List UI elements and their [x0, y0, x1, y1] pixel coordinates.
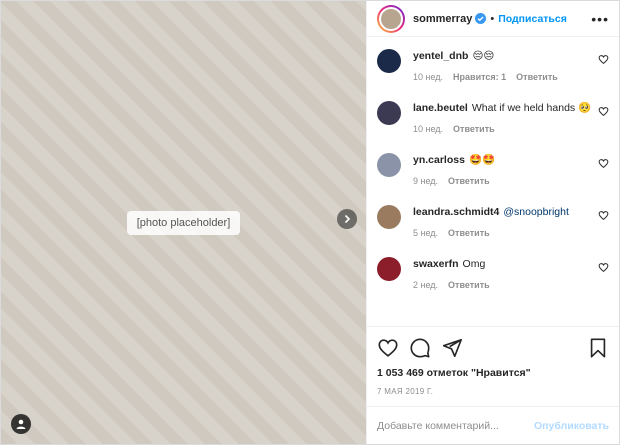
author-avatar[interactable]: [377, 4, 405, 33]
comment-meta: 2 нед. Ответить: [413, 280, 593, 290]
comment-body: lane.beutel What if we held hands 🥺 10 нед…: [413, 101, 593, 134]
comment-text-line: swaxerfn Omg: [413, 257, 593, 271]
comment-like-heart-icon[interactable]: [598, 54, 609, 65]
comment-time[interactable]: 10 нед.: [413, 124, 443, 134]
commenter-username[interactable]: swaxerfn: [413, 258, 459, 270]
post-media[interactable]: [photo placeholder]: [1, 1, 366, 444]
comment-like-heart-icon[interactable]: [598, 210, 609, 221]
heart-icon[interactable]: [377, 337, 399, 359]
comment-time[interactable]: 10 нед.: [413, 72, 443, 82]
commenter-avatar[interactable]: [377, 153, 401, 177]
next-photo-button[interactable]: [337, 209, 357, 229]
comment-time[interactable]: 5 нед.: [413, 228, 438, 238]
comment-like-heart-icon[interactable]: [598, 158, 609, 169]
instagram-post: [photo placeholder] sommerray • Подписат…: [0, 0, 620, 445]
comment-body: yentel_dnb 😔😔 10 нед. Нравится: 1 Ответить: [413, 49, 593, 82]
comment-time[interactable]: 2 нед.: [413, 280, 438, 290]
comment-text: 🤩🤩: [468, 154, 496, 166]
photo-placeholder: [photo placeholder]: [1, 1, 366, 444]
tagged-users-button[interactable]: [11, 414, 31, 434]
comment-icon[interactable]: [409, 337, 431, 359]
follow-button[interactable]: Подписаться: [498, 13, 567, 25]
comment-body: leandra.schmidt4 @snoopbright 5 нед. Ответи…: [413, 205, 593, 238]
action-icons: [377, 335, 609, 361]
commenter-username[interactable]: yn.carloss: [413, 154, 465, 166]
reply-button[interactable]: Ответить: [453, 124, 495, 134]
comment-item: swaxerfn Omg 2 нед. Ответить: [377, 257, 609, 290]
post-side-panel: sommerray • Подписаться ••• yentel_dnb 😔😔…: [366, 1, 619, 444]
comment-meta: 5 нед. Ответить: [413, 228, 593, 238]
comment-like-heart-icon[interactable]: [598, 262, 609, 273]
comment-mention-link[interactable]: @snoopbright: [503, 206, 569, 218]
comment-text: 😔😔: [472, 50, 495, 62]
comment-item: lane.beutel What if we held hands 🥺 10 нед…: [377, 101, 609, 134]
commenter-avatar[interactable]: [377, 49, 401, 73]
bookmark-icon[interactable]: [587, 337, 609, 359]
comment-text-line: yn.carloss 🤩🤩: [413, 153, 593, 167]
commenter-avatar[interactable]: [377, 205, 401, 229]
comment-text-line: leandra.schmidt4 @snoopbright: [413, 205, 593, 219]
verified-badge-icon: [475, 13, 487, 24]
comment-input[interactable]: [377, 419, 535, 432]
commenter-avatar[interactable]: [377, 257, 401, 281]
comments-list: yentel_dnb 😔😔 10 нед. Нравится: 1 Ответить la…: [367, 37, 619, 326]
comment-meta: 10 нед. Ответить: [413, 124, 593, 134]
user-tag-icon: [16, 419, 26, 429]
post-date: 7 МАЯ 2019 Г.: [377, 387, 434, 396]
more-options-icon[interactable]: •••: [591, 11, 609, 27]
share-icon[interactable]: [441, 337, 463, 359]
comment-like-heart-icon[interactable]: [598, 106, 609, 117]
comment-meta: 10 нед. Нравится: 1 Ответить: [413, 72, 593, 82]
chevron-right-icon: [344, 214, 351, 224]
publish-button[interactable]: Опубликовать: [534, 420, 609, 432]
comment-item: yn.carloss 🤩🤩 9 нед. Ответить: [377, 153, 609, 186]
add-comment-bar: Опубликовать: [367, 406, 619, 444]
commenter-username[interactable]: yentel_dnb: [413, 50, 468, 62]
author-username[interactable]: sommerray: [413, 13, 472, 25]
post-header: sommerray • Подписаться •••: [367, 1, 619, 37]
reply-button[interactable]: Ответить: [516, 72, 558, 82]
likes-count[interactable]: 1 053 469 отметок "Нравится": [377, 367, 609, 379]
separator-dot: •: [490, 12, 495, 25]
comment-text: What if we held hands 🥺: [471, 102, 592, 114]
comment-item: yentel_dnb 😔😔 10 нед. Нравится: 1 Ответить: [377, 49, 609, 82]
comment-item: leandra.schmidt4 @snoopbright 5 нед. Ответи…: [377, 205, 609, 238]
commenter-username[interactable]: lane.beutel: [413, 102, 468, 114]
photo-placeholder-label: [photo placeholder]: [126, 210, 241, 235]
comment-body: swaxerfn Omg 2 нед. Ответить: [413, 257, 593, 290]
comment-likes[interactable]: Нравится: 1: [453, 72, 506, 82]
reply-button[interactable]: Ответить: [448, 280, 490, 290]
comment-meta: 9 нед. Ответить: [413, 176, 593, 186]
comment-time[interactable]: 9 нед.: [413, 176, 438, 186]
commenter-username[interactable]: leandra.schmidt4: [413, 206, 499, 218]
comment-text-line: lane.beutel What if we held hands 🥺: [413, 101, 593, 115]
comment-body: yn.carloss 🤩🤩 9 нед. Ответить: [413, 153, 593, 186]
comment-text: Omg: [462, 258, 486, 270]
commenter-avatar[interactable]: [377, 101, 401, 125]
comment-text-line: yentel_dnb 😔😔: [413, 49, 593, 63]
post-actions: 1 053 469 отметок "Нравится" 7 МАЯ 2019 …: [367, 326, 619, 396]
reply-button[interactable]: Ответить: [448, 176, 490, 186]
reply-button[interactable]: Ответить: [448, 228, 490, 238]
